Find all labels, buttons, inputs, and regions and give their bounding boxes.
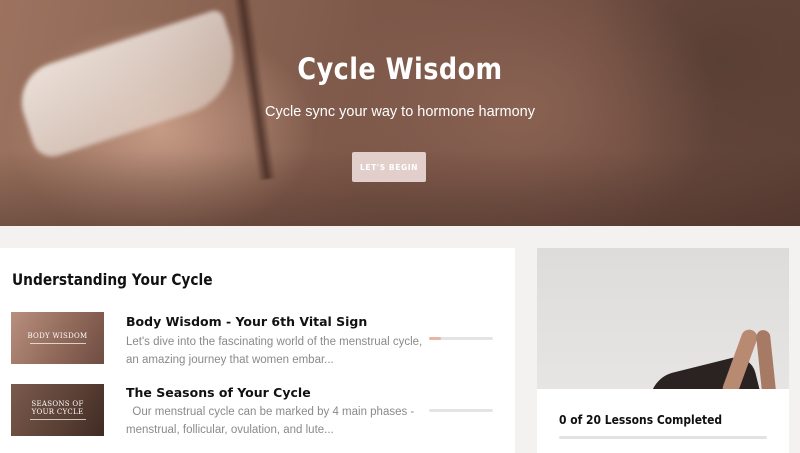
- hero-banner: Cycle Wisdom Cycle sync your way to horm…: [0, 0, 800, 226]
- thumbnail-text: SEASONS OF YOUR CYCLE: [31, 400, 84, 416]
- lesson-thumbnail[interactable]: BODY WISDOM: [11, 312, 104, 364]
- lesson-progress-bar: [429, 337, 493, 340]
- lesson-title[interactable]: The Seasons of Your Cycle: [126, 385, 311, 400]
- lesson-title[interactable]: Body Wisdom - Your 6th Vital Sign: [126, 314, 367, 329]
- lesson-description: Let's dive into the fascinating world of…: [126, 336, 423, 366]
- lessons-completed-text: 0 of 20 Lessons Completed: [559, 412, 723, 427]
- thumbnail-divider: [29, 419, 86, 420]
- hero-subtitle: Cycle sync your way to hormone harmony: [265, 104, 535, 120]
- figure-leg-shape: [755, 329, 777, 389]
- lesson-thumbnail[interactable]: SEASONS OF YOUR CYCLE: [11, 384, 104, 436]
- lets-begin-button[interactable]: LET'S BEGIN: [352, 152, 426, 182]
- lesson-description: Our menstrual cycle can be marked by 4 m…: [126, 406, 418, 436]
- thumbnail-text: BODY WISDOM: [27, 332, 88, 340]
- hero-title: Cycle Wisdom: [297, 52, 503, 86]
- course-progress-bar: [559, 436, 767, 439]
- course-cover-image: [537, 248, 789, 389]
- lesson-progress-bar: [429, 409, 493, 412]
- lesson-progress-fill: [429, 337, 441, 340]
- section-title: Understanding Your Cycle: [12, 270, 213, 289]
- thumbnail-divider: [29, 343, 86, 344]
